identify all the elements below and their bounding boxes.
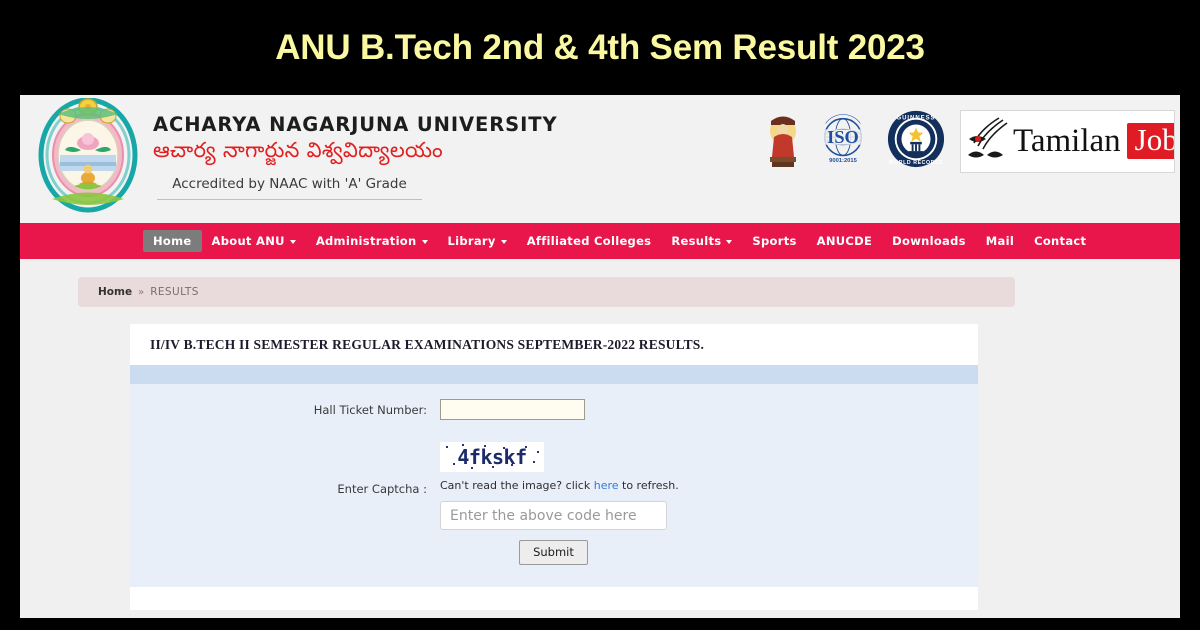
banner-title: ANU B.Tech 2nd & 4th Sem Result 2023	[275, 27, 925, 67]
nav-item-administration[interactable]: Administration	[306, 230, 438, 252]
tamilan-word: Tamilan	[1013, 122, 1121, 159]
nav-label-results: Results	[671, 234, 722, 248]
breadcrumb-link-home[interactable]: Home	[98, 286, 132, 298]
nav-label-anucde: ANUCDE	[816, 234, 873, 248]
chevron-down-icon	[500, 240, 507, 244]
nav-item-contact[interactable]: Contact	[1024, 230, 1096, 252]
university-identity: ACHARYA NAGARJUNA UNIVERSITY ఆచార్య నాగా…	[153, 113, 573, 200]
captcha-label: Enter Captcha :	[337, 482, 427, 496]
result-form: Hall Ticket Number: Enter Captcha : 4fks…	[130, 384, 978, 587]
svg-text:GUINNESS: GUINNESS	[897, 115, 936, 121]
nav-label-affiliated-colleges: Affiliated Colleges	[526, 234, 652, 248]
breadcrumb-separator: »	[138, 286, 145, 298]
nav-label-about-anu: About ANU	[211, 234, 285, 248]
chevron-down-icon	[421, 240, 428, 244]
breadcrumb: Home » RESULTS	[78, 277, 1015, 307]
university-name-english: ACHARYA NAGARJUNA UNIVERSITY	[153, 113, 558, 136]
nav-label-mail: Mail	[985, 234, 1015, 248]
nav-item-downloads[interactable]: Downloads	[882, 230, 976, 252]
header-badges: ISO 9001:2015 GUINNESS WORLD RECORDS Tam…	[766, 105, 1175, 177]
nav-label-home: Home	[153, 234, 192, 248]
svg-text:WORLD RECORDS: WORLD RECORDS	[889, 160, 944, 166]
nav-item-sports[interactable]: Sports	[742, 230, 806, 252]
site-header: ACHARYA NAGARJUNA UNIVERSITY ఆచార్య నాగా…	[20, 95, 1180, 223]
nav-item-mail[interactable]: Mail	[976, 230, 1024, 252]
nav-label-contact: Contact	[1034, 234, 1087, 248]
chevron-down-icon	[289, 240, 296, 244]
submit-button[interactable]: Submit	[519, 540, 588, 565]
captcha-hint-after: to refresh.	[618, 479, 679, 492]
breadcrumb-current-results: RESULTS	[150, 286, 199, 298]
nav-item-about-anu[interactable]: About ANU	[202, 230, 306, 252]
result-panel-header: II/IV B.TECH II SEMESTER REGULAR EXAMINA…	[130, 324, 978, 365]
result-panel: II/IV B.TECH II SEMESTER REGULAR EXAMINA…	[130, 324, 978, 610]
tamilan-brand-mark-icon	[968, 117, 1008, 158]
nav-label-administration: Administration	[315, 234, 417, 248]
hall-ticket-label: Hall Ticket Number:	[313, 403, 427, 417]
main-navigation: Home About ANU Administration Library Af…	[20, 223, 1180, 259]
screenshot-canvas: ANU B.Tech 2nd & 4th Sem Result 2023 ACH…	[0, 0, 1200, 630]
buddha-statue-icon	[766, 108, 800, 174]
nav-item-home[interactable]: Home	[143, 230, 202, 252]
svg-text:9001:2015: 9001:2015	[829, 158, 857, 164]
hall-ticket-row: Hall Ticket Number:	[130, 399, 978, 420]
submit-row: Submit	[440, 540, 667, 565]
website-screenshot: ACHARYA NAGARJUNA UNIVERSITY ఆచార్య నాగా…	[20, 95, 1180, 618]
captcha-hint-before: Can't read the image? click	[440, 479, 594, 492]
jobs-word: Jobs	[1126, 122, 1174, 160]
guinness-world-records-badge: GUINNESS WORLD RECORDS	[886, 109, 946, 174]
nav-label-downloads: Downloads	[892, 234, 966, 248]
result-exam-heading: II/IV B.TECH II SEMESTER REGULAR EXAMINA…	[150, 337, 705, 352]
tamilan-jobs-watermark: Tamilan Jobs	[960, 109, 1175, 173]
iso-certification-badge: ISO 9001:2015	[814, 110, 872, 173]
captcha-group: 4fkskf Can't read the image? click here …	[440, 442, 679, 565]
captcha-refresh-link[interactable]: here	[594, 479, 619, 492]
hall-ticket-input[interactable]	[440, 399, 585, 420]
nav-item-results[interactable]: Results	[661, 230, 742, 252]
banner: ANU B.Tech 2nd & 4th Sem Result 2023	[0, 0, 1200, 95]
nav-item-library[interactable]: Library	[438, 230, 517, 252]
captcha-image[interactable]: 4fkskf	[440, 442, 544, 472]
university-name-telugu: ఆచార్య నాగార్జున విశ్వవిద్యాలయం	[153, 138, 443, 162]
result-panel-footer	[130, 587, 978, 610]
nav-label-sports: Sports	[752, 234, 797, 248]
page-content: Home » RESULTS II/IV B.TECH II SEMESTER …	[20, 259, 1180, 618]
university-emblem-icon	[38, 97, 138, 213]
nav-item-affiliated-colleges[interactable]: Affiliated Colleges	[517, 230, 662, 252]
nav-item-anucde[interactable]: ANUCDE	[807, 230, 883, 252]
chevron-down-icon	[726, 240, 733, 244]
captcha-refresh-hint: Can't read the image? click here to refr…	[440, 479, 679, 492]
captcha-code-text: 4fkskf	[457, 445, 527, 469]
svg-text:ISO: ISO	[827, 126, 859, 146]
nav-label-library: Library	[447, 234, 496, 248]
naac-accreditation-text: Accredited by NAAC with 'A' Grade	[157, 176, 422, 200]
panel-accent-strip	[130, 365, 978, 384]
captcha-code-input[interactable]	[440, 501, 667, 530]
captcha-row: Enter Captcha : 4fkskf Can't read the im…	[130, 420, 978, 565]
